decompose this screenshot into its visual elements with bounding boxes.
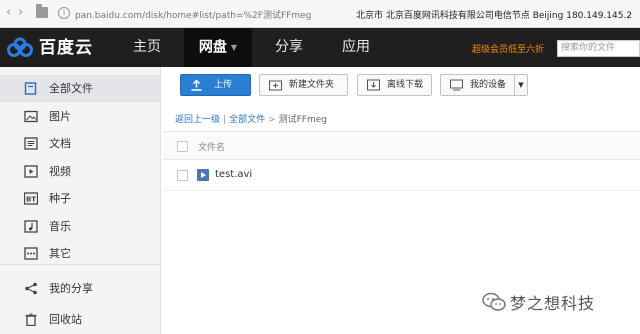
share-icon: [25, 282, 37, 295]
breadcrumb: 返回上一级 | 全部文件 > 测试FFmeg: [175, 112, 327, 125]
sidebar-item-label: 回收站: [49, 313, 82, 326]
row-checkbox[interactable]: [177, 170, 188, 181]
new-folder-icon: [269, 80, 282, 91]
file-icon: [24, 82, 37, 95]
sidebar-item-label: 我的分享: [49, 282, 93, 295]
document-icon: [24, 137, 38, 150]
watermark: 梦之想科技: [470, 288, 638, 314]
forward-arrow-icon[interactable]: ›: [18, 6, 23, 20]
sidebar-item-label: 音乐: [49, 220, 71, 233]
folder-icon: [36, 4, 48, 18]
breadcrumb-all-files-link[interactable]: 全部文件: [229, 115, 265, 125]
breadcrumb-current: 测试FFmeg: [278, 115, 327, 125]
upload-button[interactable]: 上传: [180, 74, 251, 96]
sidebar-item-torrents[interactable]: BT 种子: [0, 185, 160, 212]
nav-netdisk-label: 网盘: [198, 39, 227, 56]
sidebar-item-all-files[interactable]: 全部文件: [0, 75, 160, 102]
nav-apps-label: 应用: [342, 39, 370, 55]
nav-netdisk[interactable]: 网盘 ▼: [184, 28, 252, 67]
sidebar-item-label: 视频: [49, 165, 71, 178]
bt-icon: BT: [24, 192, 38, 205]
select-all-checkbox[interactable]: [177, 141, 188, 152]
breadcrumb-back-link[interactable]: 返回上一级: [175, 115, 220, 125]
video-file-icon: [197, 169, 209, 181]
sidebar-item-label: 其它: [49, 247, 71, 260]
music-icon: [24, 220, 38, 233]
watermark-text: 梦之想科技: [510, 294, 596, 313]
image-icon: [24, 110, 38, 123]
chevron-down-icon: ▼: [230, 43, 238, 52]
chevron-down-icon[interactable]: ▼: [514, 75, 527, 95]
nav-home[interactable]: 主页: [118, 28, 176, 67]
cloud-logo-icon: [7, 37, 33, 57]
nav-share-label: 分享: [275, 39, 303, 55]
info-icon[interactable]: i: [58, 7, 70, 19]
sidebar-item-label: 全部文件: [49, 82, 93, 95]
device-icon: [450, 79, 463, 91]
offline-download-label: 离线下载: [387, 80, 424, 90]
upload-label: 上传: [214, 80, 233, 90]
more-icon: [24, 247, 38, 260]
logo-text: 百度云: [39, 38, 93, 58]
nav-home-label: 主页: [133, 39, 161, 55]
sidebar-item-my-shares[interactable]: 我的分享: [0, 275, 160, 302]
video-icon: [24, 165, 38, 178]
nav-apps[interactable]: 应用: [327, 28, 385, 67]
sidebar-item-music[interactable]: 音乐: [0, 213, 160, 240]
search-input[interactable]: 搜索你的文件: [557, 40, 640, 57]
sidebar-item-label: 文档: [49, 137, 71, 150]
offline-download-button[interactable]: 离线下载: [357, 74, 432, 96]
svg-text:BT: BT: [26, 196, 36, 204]
my-devices-button[interactable]: 我的设备 ▼: [440, 74, 528, 96]
top-navigation: 百度云 主页 网盘 ▼ 分享 应用 超级会员低至六折 搜索你的文件: [0, 28, 640, 67]
file-list-header: 文件名: [163, 131, 640, 160]
sidebar-item-videos[interactable]: 视频: [0, 158, 160, 185]
sidebar-item-images[interactable]: 图片: [0, 103, 160, 130]
upload-icon: [191, 79, 202, 91]
sidebar-item-documents[interactable]: 文档: [0, 130, 160, 157]
column-filename[interactable]: 文件名: [198, 140, 225, 153]
sidebar-item-label: 图片: [49, 110, 71, 123]
sidebar-item-other[interactable]: 其它: [0, 240, 160, 267]
breadcrumb-separator: >: [268, 115, 276, 125]
wechat-icon: [482, 292, 506, 311]
baidu-cloud-logo[interactable]: 百度云: [7, 35, 105, 61]
sidebar: 全部文件 图片 文档 视频 BT 种子 音乐 其它 我的分享 回收站: [0, 67, 161, 334]
new-folder-button[interactable]: 新建文件夹: [259, 74, 348, 96]
sidebar-item-label: 种子: [49, 192, 71, 205]
file-name[interactable]: test.avi: [215, 169, 252, 180]
my-devices-label: 我的设备: [470, 80, 507, 90]
breadcrumb-divider: |: [223, 115, 227, 125]
browser-address-bar: ‹ › i pan.baidu.com/disk/home#list/path=…: [0, 0, 640, 28]
sidebar-divider: [0, 264, 160, 265]
offline-download-icon: [367, 79, 380, 91]
nav-share[interactable]: 分享: [260, 28, 318, 67]
new-folder-label: 新建文件夹: [289, 80, 335, 90]
location-info: 北京市 北京百度网讯科技有限公司电信节点 Beijing 180.149.145…: [356, 11, 633, 21]
table-row[interactable]: test.avi: [163, 160, 640, 191]
url-field[interactable]: pan.baidu.com/disk/home#list/path=%2F测试F…: [75, 8, 311, 21]
trash-icon: [25, 313, 37, 326]
promo-link[interactable]: 超级会员低至六折: [472, 42, 544, 55]
sidebar-item-trash[interactable]: 回收站: [0, 306, 160, 333]
back-arrow-icon[interactable]: ‹: [6, 6, 11, 20]
